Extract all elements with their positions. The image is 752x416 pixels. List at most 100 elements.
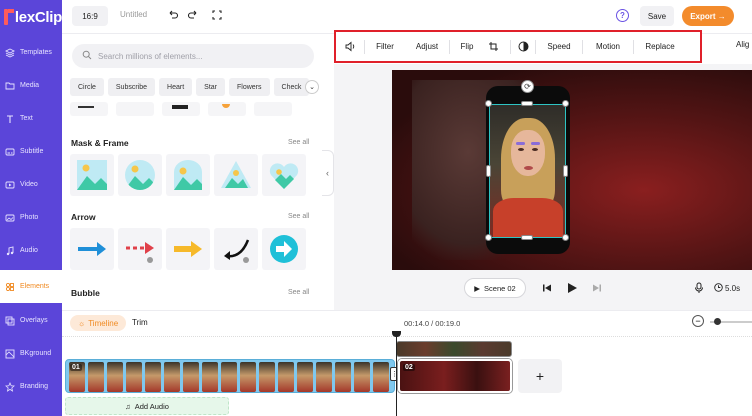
redo-icon[interactable] [186,8,200,22]
play-icon[interactable] [565,281,579,295]
element-thumb[interactable] [116,102,154,116]
sidebar-item-text[interactable]: Text [0,102,62,135]
flip-button[interactable]: Flip [450,32,484,61]
volume-icon[interactable] [336,32,364,61]
selection-box [489,104,566,238]
resize-handle-bottom[interactable] [521,235,533,240]
see-all-mask-link[interactable]: See all [288,139,309,146]
export-button[interactable]: Export → [682,6,734,26]
timeline: ☼ Timeline Trim 00:14.0 / 00:19.0 − 01 ⋮… [62,310,752,416]
help-icon[interactable]: ? [616,9,629,22]
replace-button[interactable]: Replace [634,32,686,61]
element-thumb[interactable] [162,102,200,116]
arrow-yellow-thumb[interactable] [166,228,210,270]
logo: lexClip [0,0,62,34]
sidebar-item-label: BKground [20,350,52,357]
sidebar-item-overlays[interactable]: Overlays [0,304,62,337]
scene-play-button[interactable]: ▶ Scene 02 [464,278,526,298]
branding-icon [5,381,15,392]
mask-square-thumb[interactable] [70,154,114,196]
chip-star[interactable]: Star [196,78,225,96]
collapse-panel-chevron-icon[interactable]: ‹ [322,150,334,196]
chip-check[interactable]: Check [273,78,310,96]
resize-handle-bottom-left[interactable] [485,234,492,241]
filter-button[interactable]: Filter [365,32,405,61]
adjust-button[interactable]: Adjust [405,32,449,61]
previous-icon[interactable] [540,281,554,295]
clip-frame [240,362,256,392]
fullscreen-icon[interactable] [210,8,224,22]
sidebar-item-media[interactable]: Media [0,69,62,102]
microphone-icon[interactable] [692,281,706,295]
clip-frames [66,362,389,392]
scene-clip-01[interactable]: 01 [65,359,395,393]
scene-clip-02[interactable]: 02 [398,359,512,393]
mask-arch-thumb[interactable] [166,154,210,196]
element-thumb[interactable] [208,102,246,116]
element-thumb[interactable] [254,102,292,116]
resize-handle-top-left[interactable] [485,100,492,107]
top-bar: 16:9 Untitled ? Save Export → [62,0,752,34]
search-input[interactable] [98,51,298,61]
aspect-ratio-button[interactable]: 16:9 [72,6,108,26]
sidebar-item-audio[interactable]: Audio [0,234,62,267]
chip-circle[interactable]: Circle [70,78,104,96]
sidebar-item-branding[interactable]: Branding [0,370,62,403]
tab-trim[interactable]: Trim [132,318,148,327]
element-thumb[interactable] [70,102,108,116]
see-all-bubble-link[interactable]: See all [288,289,309,296]
add-scene-button[interactable]: + [518,359,562,393]
mask-heart-thumb[interactable] [262,154,306,196]
resize-handle-bottom-right[interactable] [562,234,569,241]
clip-frame [221,362,237,392]
sidebar-item-video[interactable]: Video [0,168,62,201]
opacity-icon[interactable] [511,32,535,61]
sidebar-item-elements[interactable]: Elements [0,270,62,303]
background-icon [5,349,15,359]
arrow-blue-thumb[interactable] [70,228,114,270]
resize-handle-top[interactable] [521,101,533,106]
align-button[interactable]: Alig [736,40,749,49]
zoom-out-icon[interactable]: − [692,315,704,327]
elements-strip-partial [70,102,292,116]
clip-frame [259,362,275,392]
sidebar-item-bkground[interactable]: BKground [0,337,62,370]
clip-frame [164,362,180,392]
clip-number: 01 [70,364,82,371]
clip-frame [335,362,351,392]
next-icon[interactable] [590,281,604,295]
chip-heart[interactable]: Heart [159,78,193,96]
tab-timeline[interactable]: ☼ Timeline [70,315,126,331]
music-icon [5,245,15,256]
add-audio-label: Add Audio [134,401,169,411]
rotate-icon[interactable]: ⟳ [521,80,534,93]
chevron-down-icon[interactable]: ⌄ [305,80,319,94]
save-button[interactable]: Save [640,6,674,26]
speed-button[interactable]: Speed [536,32,582,61]
see-all-arrow-link[interactable]: See all [288,213,309,220]
sidebar-item-templates[interactable]: Templates [0,36,62,69]
add-audio-button[interactable]: ♫ Add Audio [65,397,229,415]
resize-handle-top-right[interactable] [562,100,569,107]
chip-flowers[interactable]: Flowers [229,78,270,96]
overlay-clip[interactable] [396,341,512,357]
chip-subscribe[interactable]: Subscribe [107,78,156,96]
sidebar-item-subtitle[interactable]: Subtitle [0,135,62,168]
zoom-slider-handle[interactable] [714,318,721,325]
arrow-dashed-red-thumb[interactable] [118,228,162,270]
mask-triangle-thumb[interactable] [214,154,258,196]
resize-handle-left[interactable] [486,165,491,177]
crop-icon[interactable] [484,32,502,61]
project-title[interactable]: Untitled [120,10,147,19]
arrow-curved-thumb[interactable] [214,228,258,270]
mask-circle-thumb[interactable] [118,154,162,196]
motion-button[interactable]: Motion [583,32,633,61]
arrow-circle-thumb[interactable] [262,228,306,270]
sidebar-item-photo[interactable]: Photo [0,201,62,234]
undo-icon[interactable] [166,8,180,22]
category-chips: Circle Subscribe Heart Star Flowers Chec… [70,78,320,98]
scene-duration[interactable]: 5.0s [714,283,740,294]
section-title-bubble: Bubble [71,288,100,298]
resize-handle-right[interactable] [563,165,568,177]
tab-timeline-label: Timeline [88,318,119,328]
